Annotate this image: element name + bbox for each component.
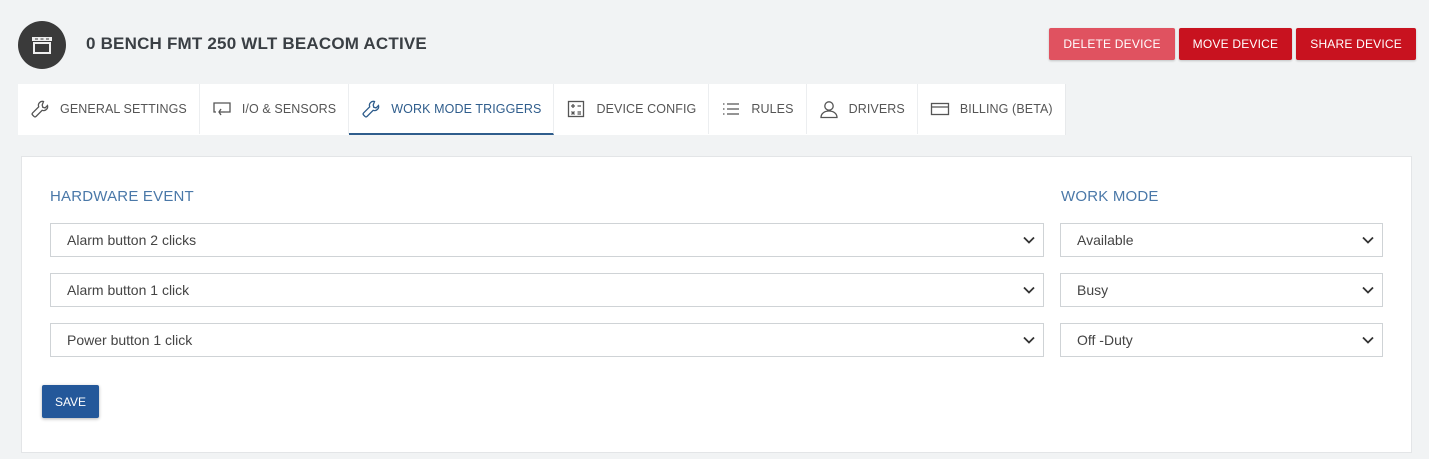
page-title: 0 BENCH FMT 250 WLT BEACOM ACTIVE xyxy=(86,34,427,53)
selected-value: Off -Duty xyxy=(1077,332,1133,348)
tab-label: WORK MODE TRIGGERS xyxy=(391,101,542,116)
hardware-event-select-2[interactable]: Alarm button 1 click xyxy=(50,273,1044,307)
selected-value: Available xyxy=(1077,232,1134,248)
wrench-icon xyxy=(31,100,49,118)
tab-label: DEVICE CONFIG xyxy=(596,102,697,116)
tab-work-mode-triggers[interactable]: WORK MODE TRIGGERS xyxy=(349,84,555,135)
wrench-icon xyxy=(362,100,380,117)
selected-value: Alarm button 2 clicks xyxy=(67,232,197,248)
work-mode-select-1[interactable]: Available xyxy=(1060,223,1383,257)
chevron-down-icon xyxy=(1362,336,1374,344)
work-mode-select-2[interactable]: Busy xyxy=(1060,273,1383,307)
tab-drivers[interactable]: DRIVERS xyxy=(807,84,918,134)
header-actions: DELETE DEVICE MOVE DEVICE SHARE DEVICE xyxy=(1049,28,1416,60)
hardware-event-select-3[interactable]: Power button 1 click xyxy=(50,323,1044,357)
credit-card-icon xyxy=(930,102,949,116)
monitor-icon xyxy=(213,102,231,116)
selected-value: Power button 1 click xyxy=(67,332,193,348)
hardware-event-heading: HARDWARE EVENT xyxy=(50,188,194,205)
work-mode-heading: WORK MODE xyxy=(1061,188,1159,205)
settings-tabs: GENERAL SETTINGS I/O & SENSORS WORK MODE… xyxy=(18,84,1066,135)
selected-value: Alarm button 1 click xyxy=(67,282,190,298)
tab-label: I/O & SENSORS xyxy=(241,102,337,116)
tab-label: BILLING (BETA) xyxy=(959,102,1053,116)
work-mode-select-3[interactable]: Off -Duty xyxy=(1060,323,1383,357)
chevron-down-icon xyxy=(1023,236,1035,244)
tab-device-config[interactable]: DEVICE CONFIG xyxy=(554,84,710,134)
tab-io-sensors[interactable]: I/O & SENSORS xyxy=(200,84,350,134)
tab-billing[interactable]: BILLING (BETA) xyxy=(918,84,1065,134)
device-avatar xyxy=(18,21,66,69)
list-icon xyxy=(723,103,740,115)
chevron-down-icon xyxy=(1023,286,1035,294)
chevron-down-icon xyxy=(1362,236,1374,244)
device-icon xyxy=(32,37,52,54)
tab-label: RULES xyxy=(751,102,794,116)
delete-device-button[interactable]: DELETE DEVICE xyxy=(1049,28,1175,60)
move-device-button[interactable]: MOVE DEVICE xyxy=(1178,28,1293,60)
calculator-icon xyxy=(568,100,585,118)
tab-label: GENERAL SETTINGS xyxy=(60,102,187,116)
tab-general-settings[interactable]: GENERAL SETTINGS xyxy=(18,84,200,134)
chevron-down-icon xyxy=(1023,336,1035,344)
share-device-button[interactable]: SHARE DEVICE xyxy=(1296,28,1416,60)
tab-rules[interactable]: RULES xyxy=(709,84,807,134)
chevron-down-icon xyxy=(1362,286,1374,294)
device-page: 0 BENCH FMT 250 WLT BEACOM ACTIVE DELETE… xyxy=(0,0,1429,459)
selected-value: Busy xyxy=(1077,282,1109,298)
save-button[interactable]: SAVE xyxy=(42,385,99,418)
work-mode-triggers-panel: HARDWARE EVENT WORK MODE Alarm button 2 … xyxy=(21,156,1412,453)
tab-label: DRIVERS xyxy=(848,102,905,116)
hardware-event-select-1[interactable]: Alarm button 2 clicks xyxy=(50,223,1044,257)
user-icon xyxy=(819,101,838,119)
